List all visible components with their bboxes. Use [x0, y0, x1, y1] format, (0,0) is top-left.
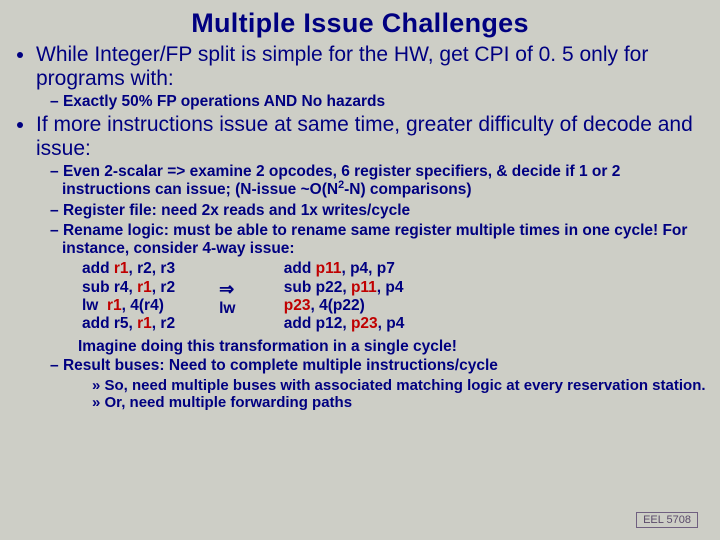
c-l2b: , r2 [152, 279, 175, 296]
imagine-text: Imagine doing this transformation in a s… [36, 338, 710, 356]
c-r1p: p11 [316, 260, 342, 277]
b2s4-text: Result buses: Need to complete multiple … [63, 357, 498, 374]
c-r1a: add [279, 260, 315, 277]
c-l3a: lw [82, 297, 107, 314]
c-l3b: , 4(r4) [122, 297, 164, 314]
code-example: add r1, r2, r3 sub r4, r1, r2 lw r1, 4(r… [36, 260, 710, 336]
bullet-2-sub-4-sub: So, need multiple buses with associated … [62, 377, 710, 412]
c-l4b: , r2 [152, 315, 175, 332]
code-right-col: add p11, p4, p7 sub p22, p11, p4 p23, 4(… [279, 260, 404, 336]
c-r3p: p23 [284, 297, 311, 314]
footer-label: EEL 5708 [636, 512, 698, 528]
bullet-2-sub-4-b: Or, need multiple forwarding paths [92, 394, 710, 412]
c-r4a: add p12, [279, 315, 351, 332]
bullet-2-sub-4-a: So, need multiple buses with associated … [92, 377, 710, 395]
c-m3: lw [219, 300, 235, 317]
bullet-2-sub-1: Even 2-scalar => examine 2 opcodes, 6 re… [50, 163, 710, 200]
bullet-list: While Integer/FP split is simple for the… [10, 43, 710, 412]
slide-title: Multiple Issue Challenges [10, 8, 710, 39]
c-l2r: r1 [137, 279, 152, 296]
c-r3b: , 4(p22) [310, 297, 364, 314]
c-l2a: sub r4, [82, 279, 137, 296]
c-r4b: , p4 [378, 315, 405, 332]
bullet-2-sub: Even 2-scalar => examine 2 opcodes, 6 re… [36, 163, 710, 258]
c-r2a: sub p22, [279, 279, 351, 296]
c-l1r: r1 [114, 260, 129, 277]
b2s1-part-b: -N) comparisons) [344, 181, 471, 198]
bullet-2-sub-cont: Result buses: Need to complete multiple … [36, 357, 710, 412]
code-left-col: add r1, r2, r3 sub r4, r1, r2 lw r1, 4(r… [82, 260, 175, 336]
code-mid-col: ⇒ lw [219, 260, 235, 336]
bullet-1-sub: Exactly 50% FP operations AND No hazards [36, 93, 710, 111]
bullet-2-sub-3: Rename logic: must be able to rename sam… [50, 222, 710, 259]
bullet-1-text: While Integer/FP split is simple for the… [36, 43, 648, 90]
c-l1a: add [82, 260, 114, 277]
c-m4 [219, 318, 223, 335]
c-r2b: , p4 [377, 279, 404, 296]
bullet-1: While Integer/FP split is simple for the… [36, 43, 710, 111]
bullet-2: If more instructions issue at same time,… [36, 113, 710, 412]
c-l3r: r1 [107, 297, 122, 314]
c-r1b: , p4, p7 [341, 260, 394, 277]
bullet-1-sub-1: Exactly 50% FP operations AND No hazards [50, 93, 710, 111]
bullet-2-text: If more instructions issue at same time,… [36, 113, 693, 160]
slide: Multiple Issue Challenges While Integer/… [0, 0, 720, 540]
c-m1 [219, 260, 223, 277]
c-r2p: p11 [351, 279, 377, 296]
c-r4p: p23 [351, 315, 378, 332]
bullet-2-sub-4: Result buses: Need to complete multiple … [50, 357, 710, 412]
bullet-2-sub-2: Register file: need 2x reads and 1x writ… [50, 202, 710, 220]
c-l4a: add r5, [82, 315, 137, 332]
c-l4r: r1 [137, 315, 152, 332]
arrow-icon: ⇒ [219, 279, 234, 299]
c-l1b: , r2, r3 [129, 260, 176, 277]
